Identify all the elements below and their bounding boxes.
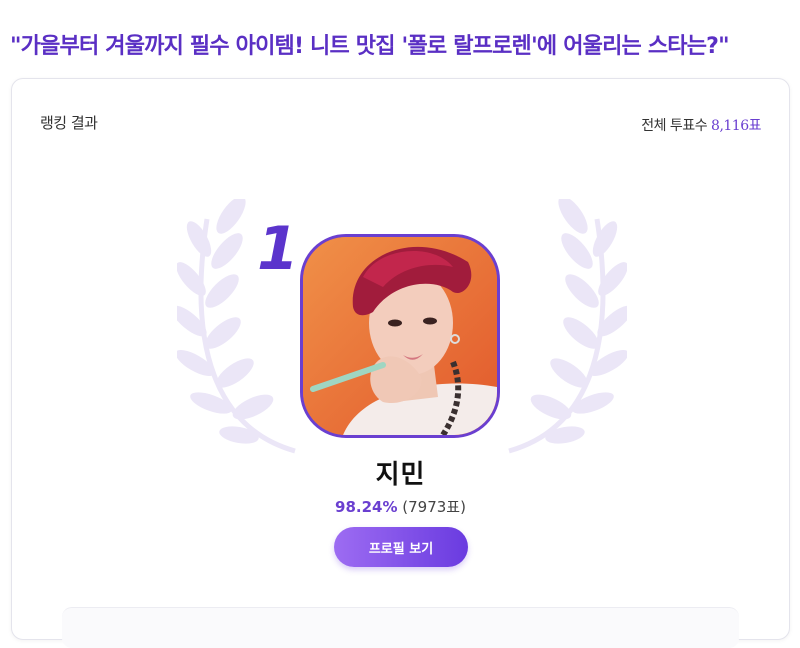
- total-votes-label: 전체 투표수: [641, 118, 708, 134]
- winner-portrait-image: [303, 237, 497, 435]
- ranking-result-card: 랭킹 결과 전체 투표수 8,116표 1 지민 98.24% (7973표) …: [11, 78, 790, 648]
- total-votes: 전체 투표수 8,116표: [641, 115, 761, 135]
- page-title: "가을부터 겨울까지 필수 아이템! 니트 맛집 '폴로 랄프로렌'에 어울리는…: [10, 34, 730, 59]
- winner-stats: 98.24% (7973표): [12, 496, 789, 517]
- laurel-wreath-right-icon: [508, 199, 627, 454]
- next-ranking-section: [62, 607, 739, 648]
- ranking-result-label: 랭킹 결과: [40, 114, 98, 132]
- winner-percent: 98.24%: [335, 498, 398, 516]
- winner-photo[interactable]: [300, 234, 500, 438]
- winner-name: 지민: [375, 460, 426, 490]
- rank-number: 1: [257, 214, 299, 284]
- winner-votes: (7973표): [402, 498, 466, 516]
- total-votes-count: 8,116표: [711, 118, 761, 134]
- view-profile-button[interactable]: 프로필 보기: [334, 527, 468, 567]
